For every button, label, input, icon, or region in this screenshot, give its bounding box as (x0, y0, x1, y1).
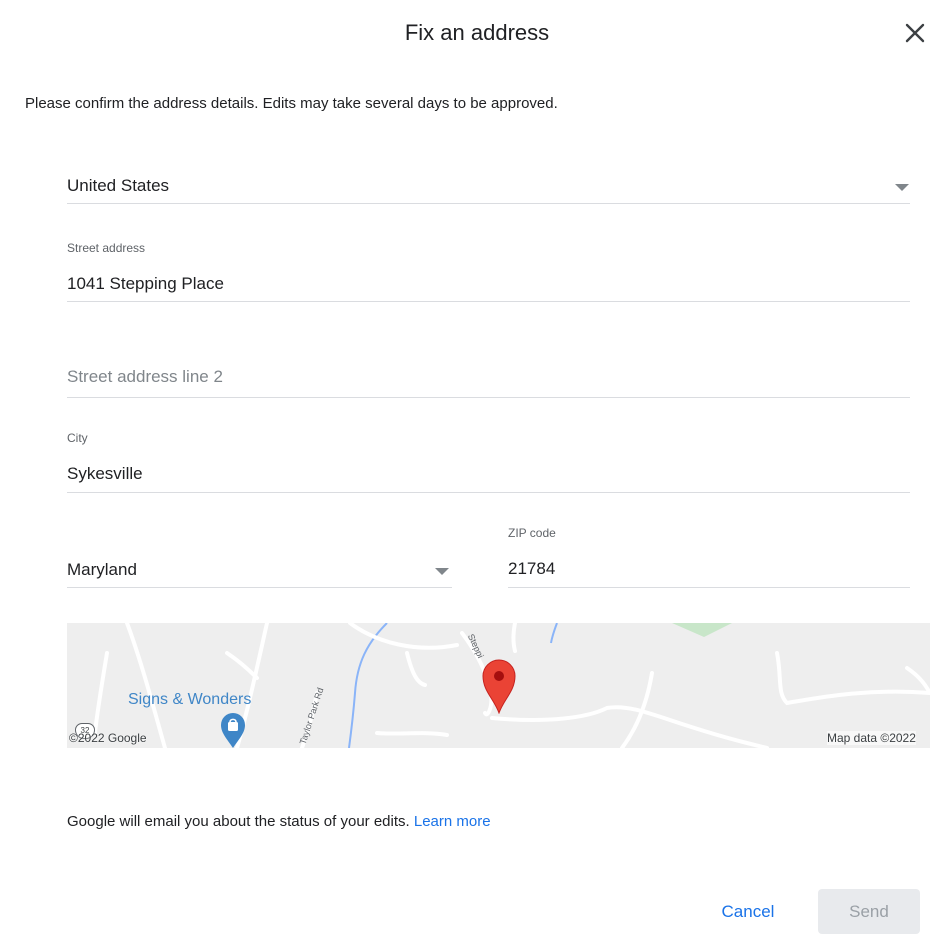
cancel-button[interactable]: Cancel (705, 890, 791, 934)
street-address-field[interactable]: Street address 1041 Stepping Place (67, 241, 910, 302)
map-pin-icon (482, 659, 516, 714)
map-copyright-google: ©2022 Google (69, 731, 147, 745)
map-data-copyright: Map data ©2022 (827, 731, 916, 745)
street-address-input[interactable]: 1041 Stepping Place (67, 274, 910, 294)
map-park (672, 623, 732, 637)
city-label: City (67, 431, 88, 445)
dialog-title: Fix an address (404, 20, 550, 45)
city-input[interactable]: Sykesville (67, 464, 910, 484)
chevron-down-icon (895, 184, 909, 191)
street-address-label: Street address (67, 241, 146, 255)
map-stream (348, 623, 388, 748)
close-button[interactable] (900, 18, 930, 48)
street-address-line2-input[interactable] (67, 367, 910, 387)
zip-code-label: ZIP code (508, 526, 556, 540)
shopping-bag-icon[interactable] (219, 711, 247, 749)
fix-address-dialog: Fix an address Please confirm the addres… (0, 0, 945, 937)
footer-note-text: Google will email you about the status o… (67, 813, 410, 830)
map-stream (550, 623, 558, 644)
zip-code-field[interactable]: ZIP code 21784 (508, 526, 910, 588)
zip-code-input[interactable]: 21784 (508, 559, 910, 579)
country-value: United States (67, 176, 170, 195)
state-value: Maryland (67, 560, 137, 579)
state-select[interactable]: Maryland (67, 554, 452, 588)
country-select[interactable]: United States (67, 170, 910, 204)
map-poi-label[interactable]: Signs & Wonders (128, 691, 251, 709)
learn-more-link[interactable]: Learn more (414, 813, 491, 830)
close-icon (905, 23, 925, 43)
street-address-line2-field[interactable] (67, 360, 910, 398)
chevron-down-icon (435, 568, 449, 575)
send-button[interactable]: Send (818, 889, 920, 934)
footer-note: Google will email you about the status o… (67, 813, 491, 830)
city-field[interactable]: City Sykesville (67, 431, 910, 493)
dialog-subtitle: Please confirm the address details. Edit… (25, 95, 558, 112)
